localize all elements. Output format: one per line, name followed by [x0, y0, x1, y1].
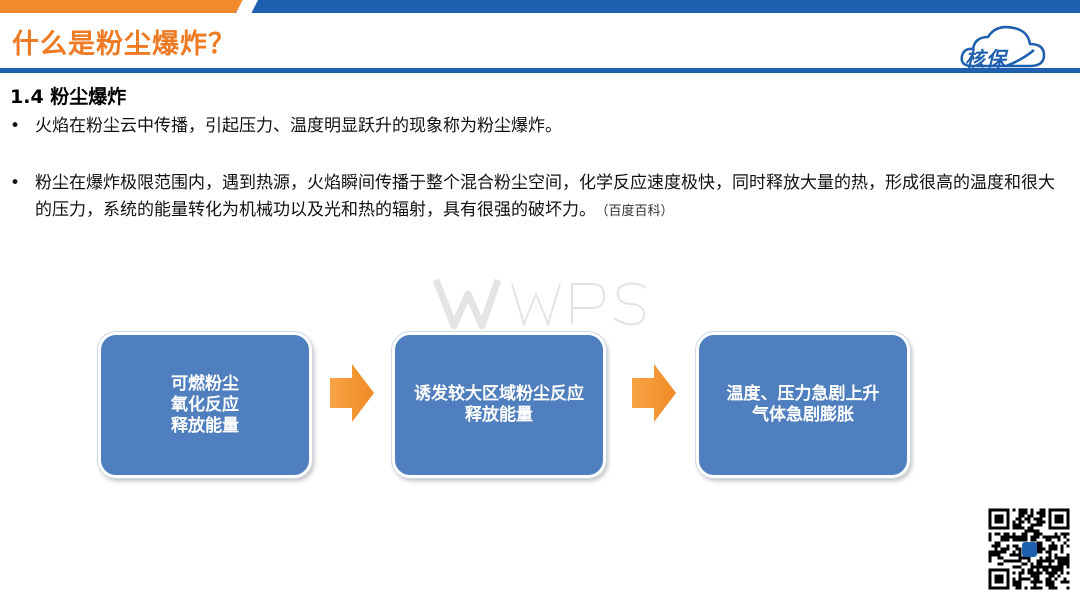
bullet-text: 火焰在粉尘云中传播，引起压力、温度明显跃升的现象称为粉尘爆炸。 — [35, 116, 562, 136]
qr-code-icon — [988, 508, 1070, 590]
flow-step-box: 温度、压力急剧上升 气体急剧膨胀 — [696, 332, 910, 478]
bullet-source: （百度百科） — [602, 204, 674, 219]
logo-text: 核保 — [965, 47, 1007, 71]
flow-step-line: 释放能量 — [465, 405, 533, 425]
bullet-text: 粉尘在爆炸极限范围内，遇到热源，火焰瞬间传播于整个混合粉尘空间，化学反应速度极快… — [35, 173, 1055, 220]
flow-step-line: 温度、压力急剧上升 — [726, 384, 880, 404]
flow-step-line: 可燃粉尘 — [171, 373, 239, 394]
wps-watermark-icon — [432, 272, 652, 334]
section-heading: 1.4 粉尘爆炸 — [10, 86, 127, 108]
flow-step-line: 气体急剧膨胀 — [752, 405, 854, 425]
flow-step-box: 可燃粉尘 氧化反应 释放能量 — [98, 332, 312, 478]
flow-step-line: 释放能量 — [171, 415, 239, 436]
flow-step-line: 诱发较大区域粉尘反应 — [414, 384, 584, 404]
bullet-marker: • — [10, 173, 21, 193]
title-rule — [0, 68, 1080, 73]
right-arrow-icon — [632, 364, 676, 422]
flow-step-line: 氧化反应 — [171, 394, 239, 415]
flow-step-box: 诱发较大区域粉尘反应 释放能量 — [392, 332, 606, 478]
slide-title: 什么是粉尘爆炸？ — [12, 29, 236, 60]
brand-logo: 核保 — [958, 22, 1048, 71]
bullet-marker: • — [10, 116, 21, 136]
right-arrow-icon — [330, 364, 374, 422]
top-decorative-bar — [0, 0, 1080, 13]
